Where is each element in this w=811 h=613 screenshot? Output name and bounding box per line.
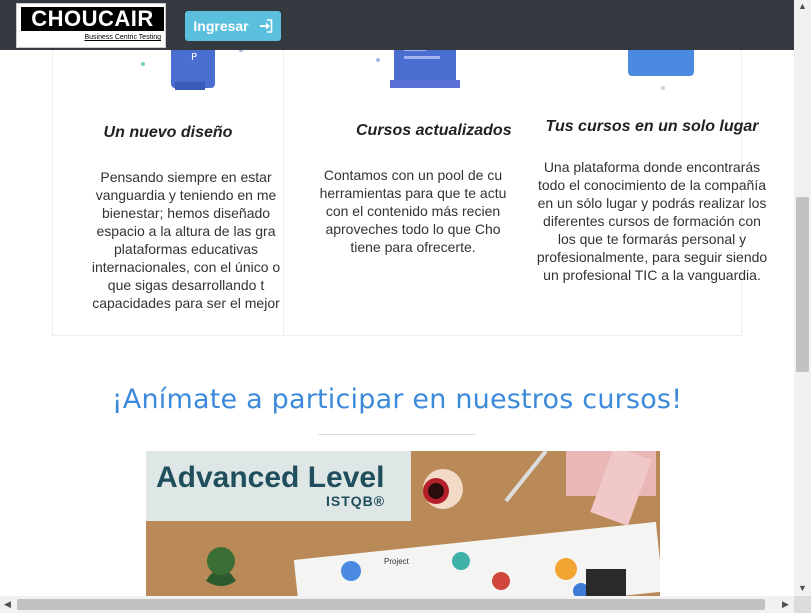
feature-new-design: P Un nuevo diseño Pensando siempre en es… <box>53 0 284 336</box>
scroll-left-arrow-icon[interactable]: ◀ <box>4 600 11 609</box>
text-line: Contamos con un pool de cu <box>323 167 503 183</box>
text-line: espacio a la altura de las gra <box>96 223 276 239</box>
text-line: vanguardia y teniendo en me <box>95 187 277 203</box>
choucair-logo[interactable]: CHOUCAIR Business Centric Testing <box>16 3 166 48</box>
text-line: Una plataforma donde encontrarás <box>543 159 761 175</box>
login-button[interactable]: Ingresar <box>185 11 281 41</box>
text-line: tiene para ofrecerte. <box>350 239 476 255</box>
text-line: todo el conocimiento de la compañía <box>537 177 767 193</box>
text-line: Pensando siempre en estar <box>100 169 272 185</box>
text-line: diferentes cursos de formación con <box>543 213 761 229</box>
text-line: aproveches todo lo que Cho <box>325 221 501 237</box>
feature-title: Tus cursos en un solo lugar <box>545 118 759 135</box>
feature-updated-courses: Cursos actualizados Contamos con un pool… <box>284 0 515 336</box>
horizontal-scroll-thumb[interactable] <box>17 599 765 610</box>
banner-subtitle: ISTQB® <box>326 493 386 509</box>
svg-text:P: P <box>191 52 197 63</box>
text-line: un profesional TIC a la vanguardia. <box>543 267 761 283</box>
scroll-down-arrow-icon[interactable]: ▼ <box>798 584 807 593</box>
feature-description: Pensando siempre en estar vanguardia y t… <box>61 168 283 312</box>
horizontal-scrollbar[interactable]: ◀ ▶ <box>0 596 794 613</box>
text-line: los que te formarás personal y <box>557 231 747 247</box>
text-line: que sigas desarrollando t <box>107 277 265 293</box>
banner-title: Advanced Level <box>156 461 385 494</box>
sign-in-icon <box>259 19 272 33</box>
diagram-label: Project <box>384 557 410 566</box>
feature-description: Contamos con un pool de cu herramientas … <box>288 166 515 256</box>
feature-title: Un nuevo diseño <box>103 124 233 141</box>
top-navbar: CHOUCAIR Business Centric Testing Ingres… <box>0 0 794 50</box>
logo-tagline: Business Centric Testing <box>84 34 161 41</box>
scroll-up-arrow-icon[interactable]: ▲ <box>798 2 807 11</box>
section-heading: ¡Anímate a participar en nuestros cursos… <box>111 384 683 415</box>
text-line: bienestar; hemos diseñado <box>101 205 271 221</box>
scroll-right-arrow-icon[interactable]: ▶ <box>782 600 789 609</box>
text-line: con el contenido más recien <box>325 203 501 219</box>
feature-single-place: Tus cursos en un solo lugar Una platafor… <box>523 0 793 336</box>
text-line: en un sólo lugar y podrás realizar los <box>537 195 767 211</box>
course-banner-advanced-level[interactable]: Project Advanced Level ISTQB® <box>146 451 660 601</box>
feature-description: Una plataforma donde encontrarás todo el… <box>523 158 787 284</box>
logo-name: CHOUCAIR <box>21 7 164 31</box>
text-line: herramientas para que te actu <box>319 185 507 201</box>
vertical-scrollbar[interactable]: ▲ ▼ <box>794 0 811 596</box>
text-line: profesionalmente, para seguir siendo <box>536 249 768 265</box>
scrollbar-corner <box>794 596 811 613</box>
text-line: internacionales, con el único o <box>91 259 281 275</box>
features-card: P Un nuevo diseño Pensando siempre en es… <box>52 0 767 336</box>
feature-title: Cursos actualizados <box>356 122 512 139</box>
vertical-scroll-thumb[interactable] <box>796 197 809 372</box>
login-button-label: Ingresar <box>193 18 249 34</box>
text-line: plataformas educativas <box>114 241 258 257</box>
text-line: capacidades para ser el mejor <box>92 295 280 311</box>
heading-divider <box>318 434 476 435</box>
